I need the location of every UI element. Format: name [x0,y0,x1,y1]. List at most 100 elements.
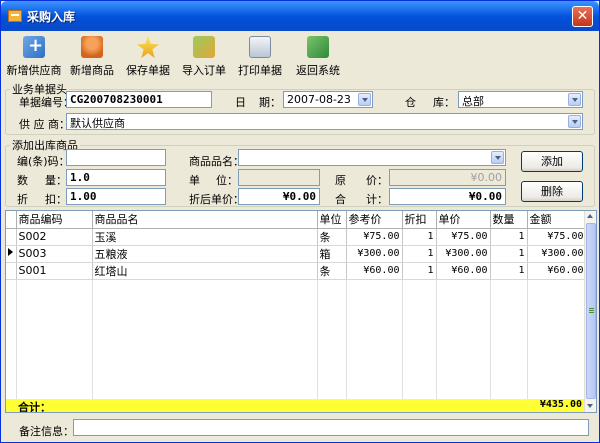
date-picker[interactable]: 2007-08-23 [283,91,373,108]
scroll-up-icon[interactable] [585,211,596,222]
cell-name[interactable]: 玉溪 [92,228,318,246]
delete-button[interactable]: 删除 [521,181,583,202]
table-row[interactable]: S001 红塔山 条 ¥60.00 1 ¥60.00 1 ¥60.00 [6,262,587,280]
chevron-down-icon[interactable] [568,93,581,106]
remark-input[interactable] [73,419,589,436]
col-header-qty[interactable]: 数量 [490,211,528,229]
cell-code[interactable]: S003 [16,245,93,263]
close-button[interactable]: ✕ [572,6,593,27]
add-supplier-icon [23,35,45,58]
supplier-select[interactable]: 默认供应商 [66,113,583,130]
cell-code[interactable]: S002 [16,228,93,246]
import-icon [193,36,215,58]
row-header[interactable] [6,262,17,280]
col-header-amount[interactable]: 金额 [527,211,587,229]
cell-unit[interactable]: 条 [317,228,347,246]
row-header-current[interactable] [6,245,17,263]
cell-amount[interactable]: ¥60.00 [527,262,587,280]
table-row[interactable]: S003 五粮液 箱 ¥300.00 1 ¥300.00 1 ¥300.00 [6,245,587,263]
qty-input[interactable]: 1.0 [66,169,166,186]
col-header-code[interactable]: 商品编码 [16,211,93,229]
cell-unit[interactable]: 条 [317,262,347,280]
cell-name[interactable]: 红塔山 [92,262,318,280]
save-icon [137,36,159,58]
disc-price-label: 折后单价： [189,193,244,206]
purchase-inbound-window: 采购入库 ✕ 新增供应商 新增商品 保存单据 导入订单 打印单据 返回系统 业务 [0,0,600,443]
print-icon [249,36,271,58]
col-header-name[interactable]: 商品品名 [92,211,318,229]
product-grid[interactable]: 商品编码 商品品名 单位 参考价 折扣 单价 数量 金额 S002 玉溪 条 ¥… [5,210,597,413]
total-field: ¥0.00 [389,188,506,205]
warehouse-label-2: 库： [433,96,455,109]
unit-label-2: 位： [216,174,238,187]
remark-label: 备注信息： [19,425,74,438]
col-header-unit[interactable]: 单位 [317,211,347,229]
discount-input[interactable]: 1.00 [66,188,166,205]
cell-ref-price[interactable]: ¥300.00 [346,245,403,263]
doc-no-field[interactable]: CG200708230001 [66,91,212,108]
discount-label-1: 折 [17,193,28,206]
current-row-pointer-icon [8,247,13,256]
cell-discount[interactable]: 1 [402,228,437,246]
cell-qty[interactable]: 1 [490,262,528,280]
cell-price[interactable]: ¥300.00 [436,245,491,263]
table-row[interactable]: S002 玉溪 条 ¥75.00 1 ¥75.00 1 ¥75.00 [6,228,587,246]
orig-price-field: ¥0.00 [389,169,506,186]
cell-discount[interactable]: 1 [402,262,437,280]
add-product-button[interactable]: 新增商品 [67,34,117,78]
col-header-price[interactable]: 单价 [436,211,491,229]
code-input[interactable] [66,149,166,166]
grid-total-label: 合计： [18,401,51,413]
grid-vertical-scrollbar[interactable] [584,211,596,412]
print-document-button[interactable]: 打印单据 [235,34,285,78]
cell-price[interactable]: ¥60.00 [436,262,491,280]
cell-discount[interactable]: 1 [402,245,437,263]
add-button[interactable]: 添加 [521,151,583,172]
orig-price-label-2: 价： [366,174,388,187]
scroll-down-icon[interactable] [585,400,596,411]
row-header-corner [6,211,17,229]
disc-price-field[interactable]: ¥0.00 [238,188,320,205]
warehouse-select[interactable]: 总部 [458,91,583,108]
chevron-down-icon[interactable] [358,93,371,106]
app-icon [8,10,22,22]
code-label: 编(条)码： [17,155,70,168]
orig-price-label-1: 原 [335,174,346,187]
col-header-ref-price[interactable]: 参考价 [346,211,403,229]
warehouse-label-1: 仓 [405,96,416,109]
cell-amount[interactable]: ¥75.00 [527,228,587,246]
cell-ref-price[interactable]: ¥75.00 [346,228,403,246]
cell-name[interactable]: 五粮液 [92,245,318,263]
product-name-select[interactable] [238,149,506,166]
qty-label-2: 量： [45,174,67,187]
return-system-button[interactable]: 返回系统 [293,34,343,78]
grid-table: 商品编码 商品品名 单位 参考价 折扣 单价 数量 金额 S002 玉溪 条 ¥… [6,211,587,280]
date-label-2: 期： [259,96,281,109]
cell-amount[interactable]: ¥300.00 [527,245,587,263]
cell-unit[interactable]: 箱 [317,245,347,263]
cell-qty[interactable]: 1 [490,245,528,263]
product-name-label: 商品品名： [189,155,244,168]
cell-ref-price[interactable]: ¥60.00 [346,262,403,280]
supplier-label: 供 应 商： [19,118,70,131]
col-header-discount[interactable]: 折扣 [402,211,437,229]
cell-qty[interactable]: 1 [490,228,528,246]
window-title: 采购入库 [27,10,76,24]
cell-price[interactable]: ¥75.00 [436,228,491,246]
import-order-button[interactable]: 导入订单 [179,34,229,78]
grid-total-row: 合计： ¥435.00 [6,399,586,412]
scroll-thumb[interactable] [586,223,596,399]
cell-code[interactable]: S001 [16,262,93,280]
save-document-button[interactable]: 保存单据 [123,34,173,78]
row-header[interactable] [6,228,17,246]
chevron-down-icon[interactable] [491,151,504,164]
total-label-1: 合 [335,193,346,206]
add-product-icon [81,36,103,58]
discount-label-2: 扣： [45,193,67,206]
add-supplier-button[interactable]: 新增供应商 [5,34,63,78]
qty-label-1: 数 [17,174,28,187]
exit-icon [307,36,329,58]
date-label-1: 日 [235,96,246,109]
chevron-down-icon[interactable] [568,115,581,128]
title-bar: 采购入库 ✕ [1,1,599,31]
